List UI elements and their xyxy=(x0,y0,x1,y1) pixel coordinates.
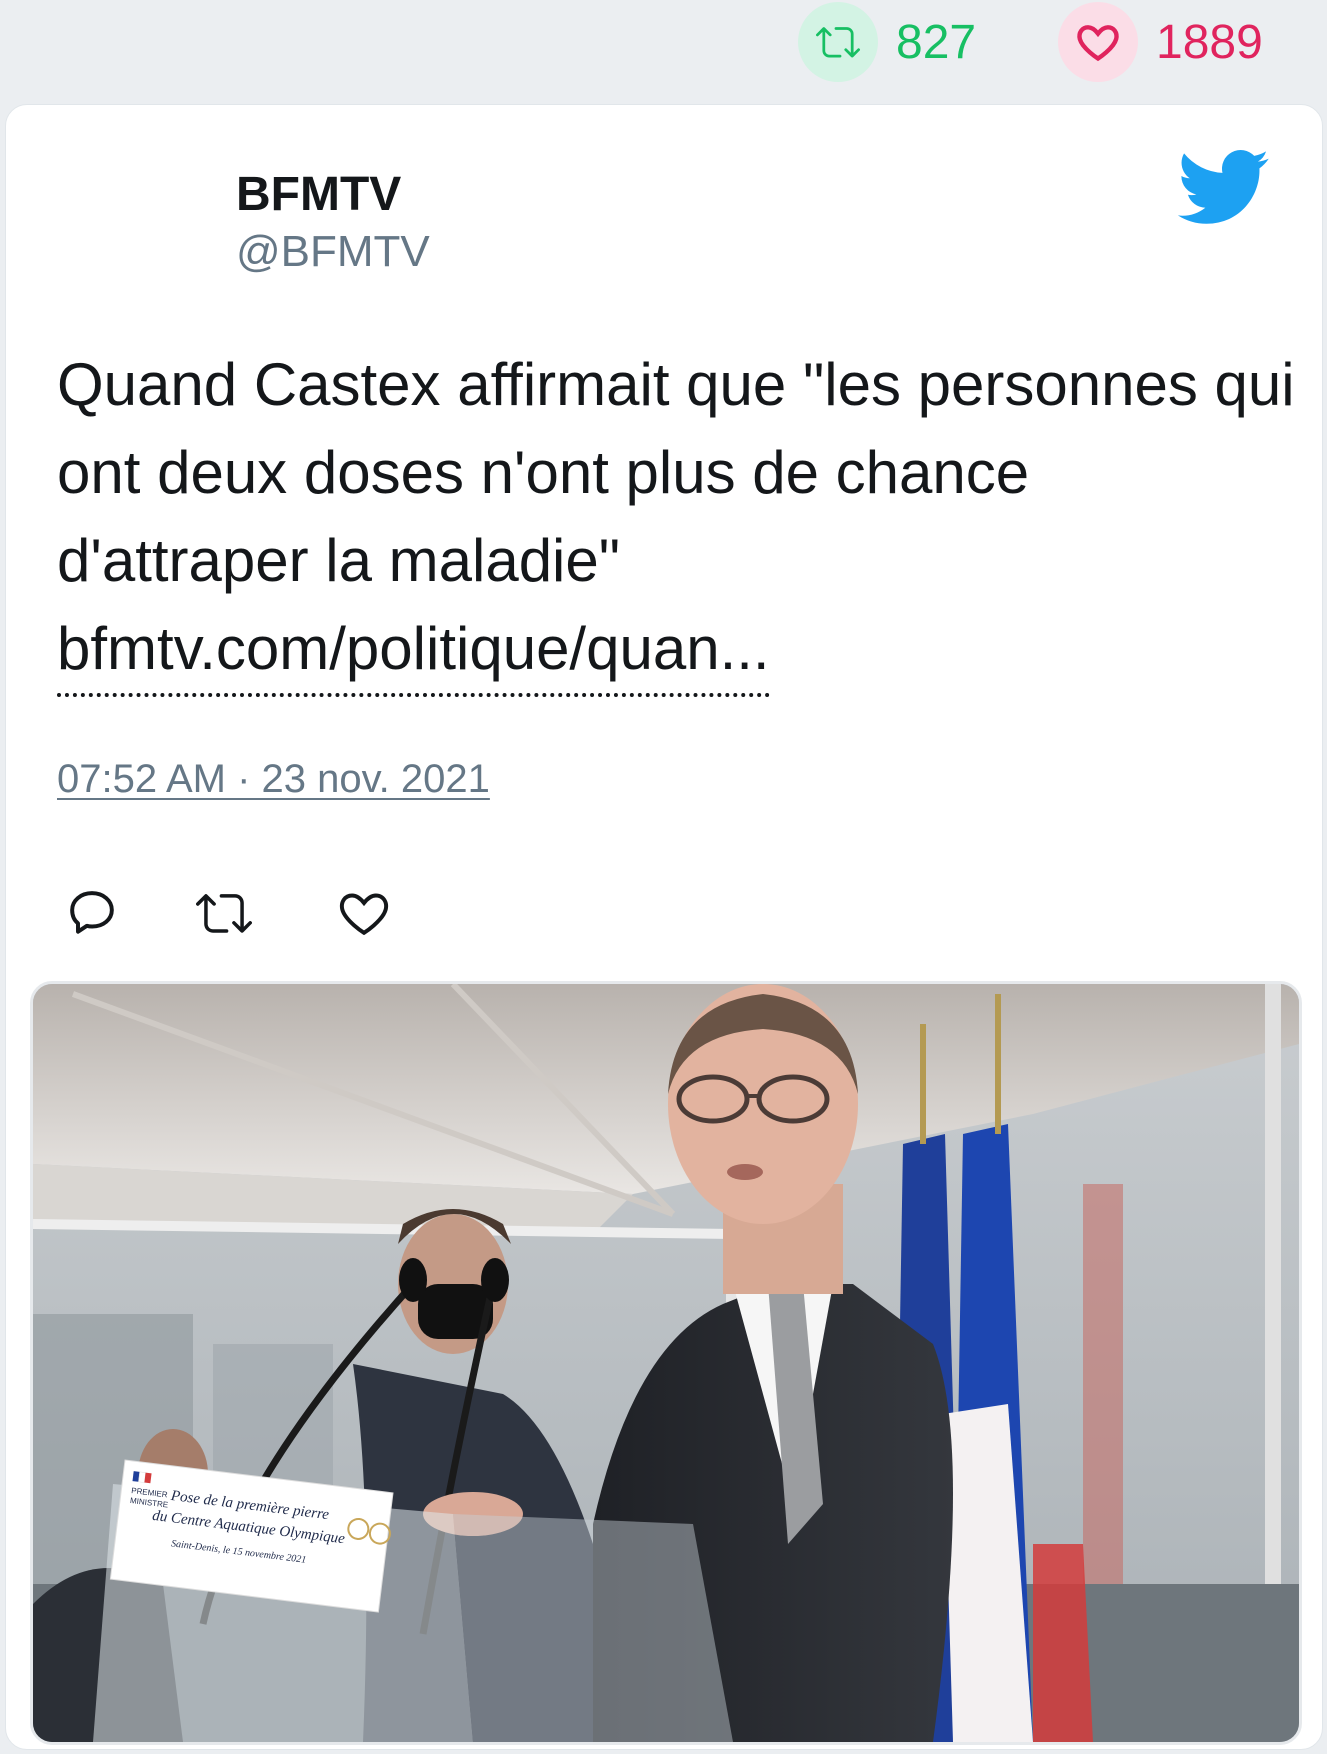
engagement-stats-bar: 827 1889 xyxy=(0,0,1327,100)
retweet-count: 827 xyxy=(896,15,977,69)
tweet-card: BFMTV @BFMTV Quand Castex affirmait que … xyxy=(5,104,1323,1750)
heart-icon[interactable] xyxy=(1058,2,1138,82)
twitter-bird-icon[interactable] xyxy=(1174,147,1270,227)
tweet-timestamp[interactable]: 07:52 AM · 23 nov. 2021 xyxy=(57,757,490,802)
retweet-icon[interactable] xyxy=(798,2,878,82)
retweet-stat[interactable]: 827 xyxy=(798,2,976,82)
tweet-link[interactable]: bfmtv.com/politique/quan... xyxy=(57,605,770,697)
author-handle[interactable]: @BFMTV xyxy=(236,227,430,277)
tweet-text: Quand Castex affirmait que "les personne… xyxy=(57,351,1295,594)
tweet-photo[interactable]: PREMIER MINISTRE Pose de la première pie… xyxy=(30,981,1302,1745)
author-name[interactable]: BFMTV xyxy=(236,167,401,222)
reply-icon[interactable] xyxy=(64,885,120,941)
like-count: 1889 xyxy=(1156,15,1263,69)
like-stat[interactable]: 1889 xyxy=(1058,2,1263,82)
like-action-icon[interactable] xyxy=(336,885,392,941)
retweet-action-icon[interactable] xyxy=(196,885,252,941)
